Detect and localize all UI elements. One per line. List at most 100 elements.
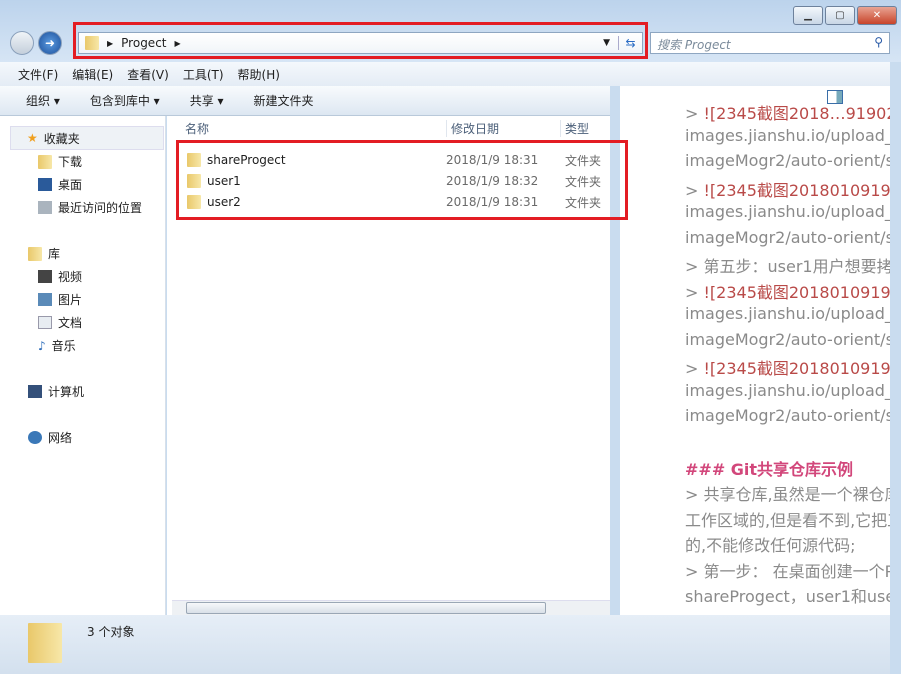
- line-text: imageMogr2/auto-orient/str: [685, 227, 890, 247]
- editor-line: > ![2345截图201801091908: [685, 279, 890, 303]
- editor-line: images.jianshu.io/upload_in: [685, 202, 890, 221]
- preview-pane-icon[interactable]: [827, 90, 843, 104]
- video-icon: [38, 270, 52, 283]
- editor-line: > 共享仓库,虽然是一个裸仓库: [685, 485, 890, 504]
- downloads-icon: [38, 154, 52, 169]
- line-text: images.jianshu.io/upload_in: [685, 202, 890, 221]
- sidebar-library[interactable]: 库: [28, 245, 60, 262]
- quote-marker: >: [685, 359, 704, 378]
- editor-line: shareProgect，user1和user2: [685, 587, 890, 606]
- quote-marker: >: [685, 282, 704, 302]
- item-count: 3 个对象: [87, 625, 135, 639]
- sidebar-item-desktop[interactable]: 桌面: [38, 176, 82, 193]
- editor-line: > 第一步： 在桌面创建一个P: [685, 561, 890, 581]
- library-icon: [28, 246, 42, 261]
- music-icon: ♪: [38, 338, 46, 353]
- column-date[interactable]: 修改日期: [446, 120, 499, 137]
- sidebar-label: 下载: [58, 155, 83, 169]
- editor-line: imageMogr2/auto-orient/str: [685, 151, 890, 170]
- sidebar-item-music[interactable]: ♪ 音乐: [38, 337, 76, 354]
- search-icon[interactable]: ⚲: [874, 35, 883, 49]
- quote-marker: >: [685, 180, 704, 200]
- menu-edit[interactable]: 编辑(E): [72, 66, 113, 83]
- search-input[interactable]: 搜索 Progect ⚲: [650, 32, 890, 54]
- breadcrumb-separator-icon: ▶: [107, 38, 114, 48]
- sidebar-label: 库: [48, 247, 61, 261]
- sidebar-computer[interactable]: 计算机: [28, 383, 84, 400]
- line-text: images.jianshu.io/upload_in: [685, 380, 890, 400]
- maximize-button[interactable]: ▢: [825, 6, 855, 25]
- scrollbar-thumb[interactable]: [186, 602, 546, 614]
- line-text: images.jianshu.io/upload_in: [685, 125, 890, 145]
- column-name[interactable]: 名称: [185, 120, 209, 137]
- close-button[interactable]: ✕: [857, 6, 897, 25]
- computer-icon: [28, 385, 42, 398]
- address-bar[interactable]: ▶ Progect ▶ ▼ ⇆: [78, 32, 643, 54]
- sidebar-label: 音乐: [51, 339, 76, 353]
- address-dropdown-icon[interactable]: ▼: [603, 38, 610, 48]
- breadcrumb-separator-icon: ▶: [174, 38, 181, 48]
- quote-marker: >: [685, 257, 704, 276]
- horizontal-scrollbar[interactable]: [172, 600, 610, 615]
- search-placeholder: 搜索 Progect: [657, 38, 731, 52]
- star-icon: ★: [27, 131, 38, 145]
- editor-line: 的,不能修改任何源代码;: [685, 536, 856, 555]
- editor-line: imageMogr2/auto-orient/str: [685, 228, 890, 247]
- line-text: ![2345截图201801091908: [703, 282, 891, 302]
- menu-bar: 文件(F) 编辑(E) 查看(V) 工具(T) 帮助(H): [0, 62, 890, 86]
- editor-line: 工作区域的,但是看不到,它把工: [685, 510, 890, 530]
- line-text: imageMogr2/auto-orient/str: [685, 406, 890, 425]
- refresh-icon[interactable]: ⇆: [618, 36, 642, 50]
- new-folder-button[interactable]: 新建文件夹: [254, 92, 314, 109]
- line-text: imageMogr2/auto-orient/str: [685, 329, 890, 349]
- menu-tools[interactable]: 工具(T): [183, 66, 224, 83]
- forward-button[interactable]: ➜: [38, 31, 62, 55]
- sidebar-label: 计算机: [48, 385, 85, 399]
- menu-view[interactable]: 查看(V): [127, 66, 169, 83]
- recent-places-icon: [38, 201, 52, 214]
- organize-button[interactable]: 组织 ▾: [26, 92, 60, 109]
- sidebar-item-downloads[interactable]: 下载: [38, 153, 82, 170]
- sidebar-item-videos[interactable]: 视频: [38, 268, 82, 285]
- editor-heading: ### Git共享仓库示例: [685, 460, 854, 479]
- line-text: ![2345截图201801091904: [703, 180, 891, 200]
- sidebar-label: 收藏夹: [43, 131, 80, 146]
- network-icon: [28, 431, 42, 444]
- share-button[interactable]: 共享 ▾: [190, 92, 224, 109]
- sidebar-favorites[interactable]: ★ 收藏夹: [10, 126, 164, 150]
- folder-icon: [85, 36, 99, 50]
- sidebar-label: 视频: [58, 270, 83, 284]
- sidebar-network[interactable]: 网络: [28, 429, 72, 446]
- sidebar-label: 桌面: [58, 178, 83, 192]
- sidebar-item-pictures[interactable]: 图片: [38, 291, 82, 308]
- editor-line: > ![2345截图201801091909: [685, 355, 890, 379]
- folder-icon: [28, 623, 62, 663]
- editor-line: > ![2345截图201801091904: [685, 177, 890, 201]
- minimize-button[interactable]: ▁: [793, 6, 823, 25]
- back-button[interactable]: [10, 31, 34, 55]
- editor-line: images.jianshu.io/upload_in: [685, 126, 890, 145]
- pictures-icon: [38, 293, 52, 306]
- line-text: 第五步：user1用户想要拷贝: [703, 257, 891, 276]
- highlight-box-files: [176, 140, 628, 220]
- desktop-icon: [38, 178, 52, 191]
- breadcrumb-progect[interactable]: Progect: [121, 36, 166, 50]
- editor-line: > ![2345截图2018…91902: [685, 100, 890, 124]
- column-type[interactable]: 类型: [560, 120, 589, 137]
- sidebar-label: 文档: [58, 316, 83, 330]
- status-bar: 3 个对象: [0, 615, 890, 674]
- sidebar-label: 最近访问的位置: [58, 201, 143, 215]
- command-bar: 组织 ▾ 包含到库中 ▾ 共享 ▾ 新建文件夹: [0, 86, 610, 116]
- documents-icon: [38, 316, 52, 329]
- sidebar-item-documents[interactable]: 文档: [38, 314, 82, 331]
- editor-line: imageMogr2/auto-orient/str: [685, 330, 890, 349]
- sidebar-label: 图片: [58, 293, 83, 307]
- menu-help[interactable]: 帮助(H): [238, 66, 280, 83]
- quote-marker: >: [685, 104, 704, 123]
- editor-line: > 第五步：user1用户想要拷贝: [685, 253, 890, 277]
- editor-panel: > ![2345截图2018…91902 images.jianshu.io/up…: [620, 86, 890, 615]
- sidebar-item-recent[interactable]: 最近访问的位置: [38, 199, 142, 216]
- line-text: images.jianshu.io/upload_in: [685, 304, 890, 323]
- menu-file[interactable]: 文件(F): [18, 66, 58, 83]
- include-in-library-button[interactable]: 包含到库中 ▾: [90, 92, 160, 109]
